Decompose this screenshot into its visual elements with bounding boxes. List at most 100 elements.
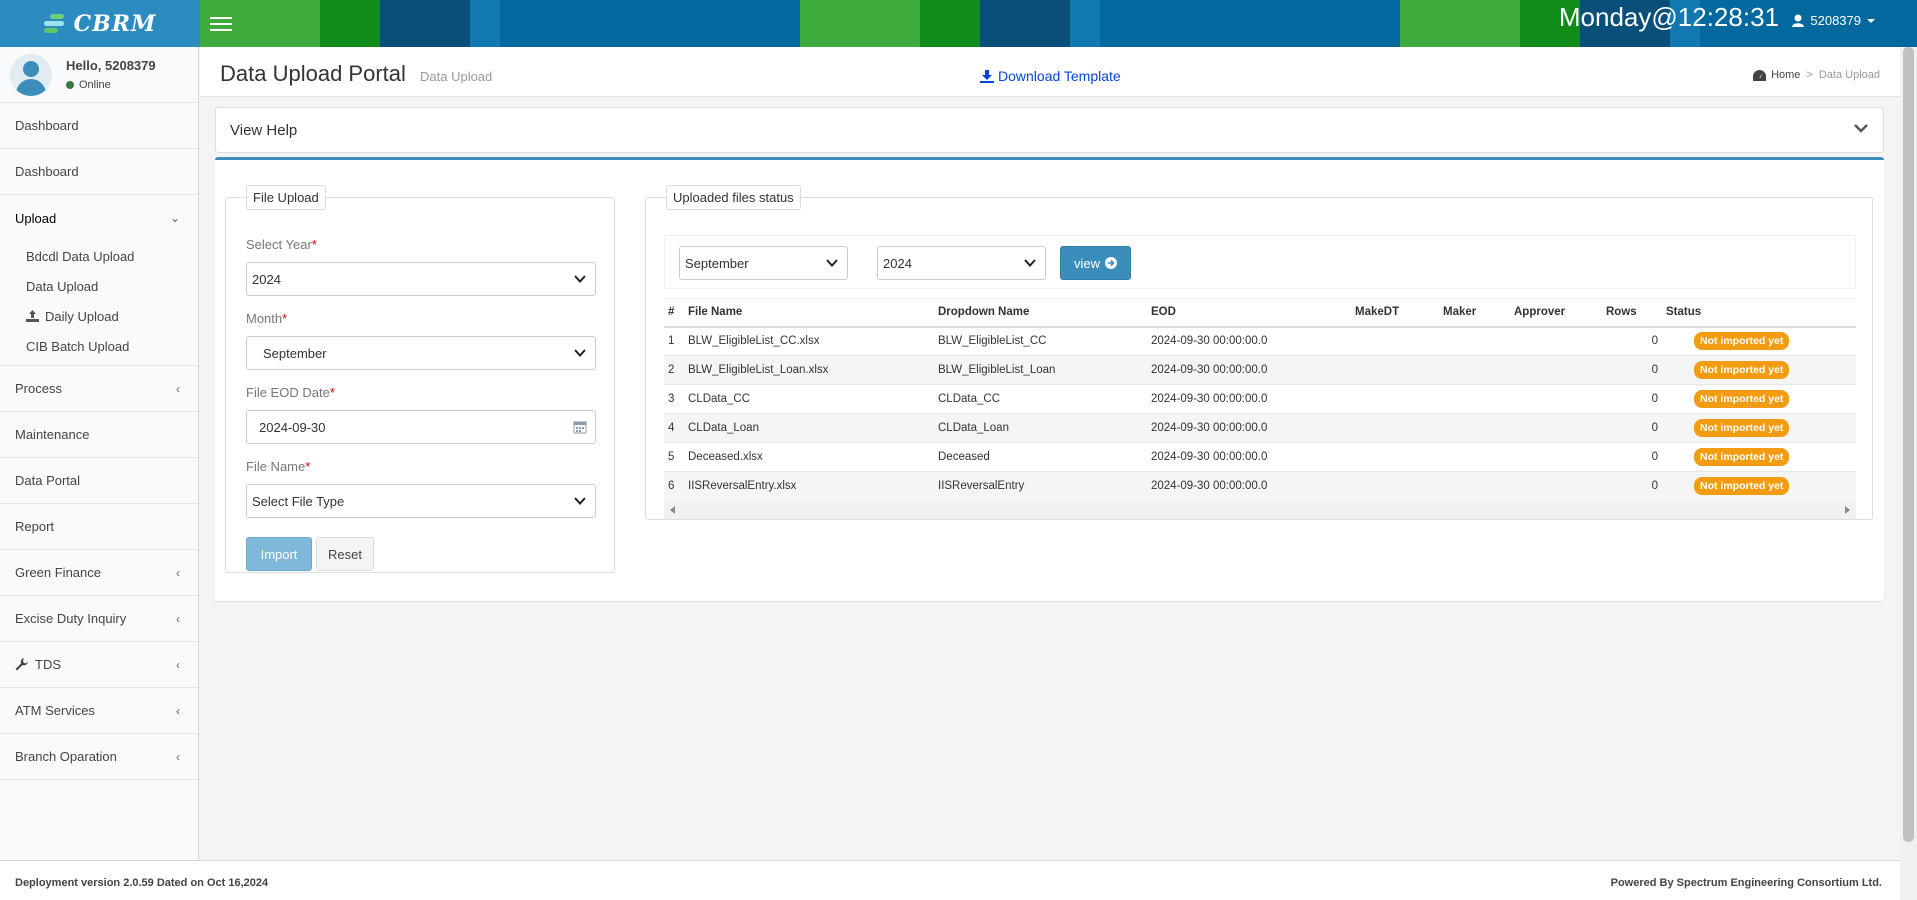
column-header: #: [664, 298, 684, 328]
sidebar-subitem-bdcdl-data-upload[interactable]: Bdcdl Data Upload: [0, 241, 198, 271]
arrow-circle-right-icon: [1105, 257, 1117, 269]
download-template-link[interactable]: Download Template: [980, 68, 1121, 84]
sidebar-subitem-data-upload[interactable]: Data Upload: [0, 271, 198, 301]
chevron-down-icon: [826, 259, 838, 267]
status-badge[interactable]: Not imported yet: [1694, 419, 1790, 437]
table-row: 1 BLW_EligibleList_CC.xlsx BLW_EligibleL…: [664, 326, 1856, 356]
sidebar-item-dashboard-2[interactable]: Dashboard: [0, 149, 198, 195]
eod-cell: 2024-09-30 00:00:00.0: [1147, 355, 1351, 385]
month-label: Month*: [246, 311, 288, 326]
sidebar-item-green-finance[interactable]: Green Finance ‹: [0, 550, 198, 596]
breadcrumb-current: Data Upload: [1818, 69, 1880, 81]
file-name-cell: CLData_Loan: [684, 413, 934, 443]
view-help-panel[interactable]: View Help: [215, 107, 1884, 153]
sidebar-subitem-cib-batch-upload[interactable]: CIB Batch Upload: [0, 331, 198, 361]
makedt-cell: [1351, 442, 1439, 472]
sidebar-item-atm-services[interactable]: ATM Services ‹: [0, 688, 198, 734]
scroll-right-icon[interactable]: [1845, 506, 1850, 514]
status-badge[interactable]: Not imported yet: [1694, 390, 1790, 408]
chevron-down-icon: [574, 275, 586, 283]
status-badge[interactable]: Not imported yet: [1694, 477, 1790, 496]
view-help-title: View Help: [230, 122, 298, 139]
eod-cell: 2024-09-30 00:00:00.0: [1147, 471, 1351, 501]
scrollbar-thumb[interactable]: [1903, 47, 1914, 842]
column-header: Maker: [1439, 298, 1510, 328]
sidebar-item-data-portal[interactable]: Data Portal: [0, 458, 198, 504]
scroll-left-icon[interactable]: [670, 506, 675, 514]
dashboard-icon: [1753, 69, 1767, 81]
chevron-left-icon: ‹: [176, 657, 180, 672]
column-header: MakeDT: [1351, 298, 1439, 328]
sidebar-item-excise-duty-inquiry[interactable]: Excise Duty Inquiry ‹: [0, 596, 198, 642]
rows-cell: 0: [1602, 326, 1662, 356]
breadcrumb-home[interactable]: Home: [1753, 69, 1800, 81]
dropdown-name-cell: CLData_CC: [934, 384, 1147, 414]
row-number: 3: [664, 384, 684, 414]
year-label: Select Year*: [246, 237, 317, 252]
column-header: Rows: [1602, 298, 1662, 328]
clock-display: Monday@12:28:31: [1558, 2, 1779, 32]
rows-cell: 0: [1602, 471, 1662, 501]
approver-cell: [1510, 442, 1602, 472]
chevron-left-icon: ‹: [176, 565, 180, 580]
uploaded-files-status-fieldset: Uploaded files status September 2024 vie…: [645, 185, 1873, 520]
maker-cell: [1439, 413, 1510, 443]
sidebar-item-report[interactable]: Report: [0, 504, 198, 550]
chevron-down-icon: [574, 349, 586, 357]
powered-by: Powered By Spectrum Engineering Consorti…: [1610, 877, 1882, 889]
month-select[interactable]: September: [246, 336, 596, 370]
table-row: 4 CLData_Loan CLData_Loan 2024-09-30 00:…: [664, 413, 1856, 443]
status-badge[interactable]: Not imported yet: [1694, 361, 1790, 379]
view-button[interactable]: view: [1060, 246, 1131, 280]
file-name-cell: BLW_EligibleList_Loan.xlsx: [684, 355, 934, 385]
sidebar-toggle-button[interactable]: [210, 13, 232, 33]
caret-down-icon: [1867, 18, 1875, 23]
online-status: Online: [66, 79, 156, 91]
top-header: CBRM Monday@12:28:31 5208379: [0, 0, 1917, 47]
reset-button[interactable]: Reset: [316, 537, 374, 571]
row-number: 2: [664, 355, 684, 385]
makedt-cell: [1351, 326, 1439, 356]
chevron-down-icon[interactable]: [1853, 120, 1869, 136]
rows-cell: 0: [1602, 413, 1662, 443]
horizontal-scrollbar[interactable]: [664, 501, 1856, 519]
main-content: Data Upload Portal Data Upload Download …: [200, 47, 1900, 860]
vertical-scrollbar[interactable]: [1900, 47, 1917, 900]
file-name-select[interactable]: Select File Type: [246, 484, 596, 518]
sidebar-item-process[interactable]: Process ‹: [0, 366, 198, 412]
sidebar-item-tds[interactable]: TDS ‹: [0, 642, 198, 688]
file-name-cell: BLW_EligibleList_CC.xlsx: [684, 326, 934, 356]
user-menu[interactable]: 5208379: [1792, 13, 1875, 28]
calendar-icon[interactable]: [573, 420, 587, 434]
makedt-cell: [1351, 355, 1439, 385]
maker-cell: [1439, 326, 1510, 356]
column-header: Status: [1662, 298, 1856, 328]
dropdown-name-cell: IISReversalEntry: [934, 471, 1147, 501]
year-select[interactable]: 2024: [246, 262, 596, 296]
sidebar-item-dashboard[interactable]: Dashboard: [0, 103, 198, 149]
sidebar-item-upload[interactable]: Upload ⌄: [0, 195, 198, 241]
sidebar-subitem-daily-upload[interactable]: Daily Upload: [0, 301, 198, 331]
import-button[interactable]: Import: [246, 537, 312, 571]
file-name-label: File Name*: [246, 459, 311, 474]
app-logo[interactable]: CBRM: [0, 0, 200, 47]
table-row: 6 IISReversalEntry.xlsx IISReversalEntry…: [664, 471, 1856, 501]
eod-date-input[interactable]: 2024-09-30: [246, 410, 596, 444]
rows-cell: 0: [1602, 384, 1662, 414]
eod-cell: 2024-09-30 00:00:00.0: [1147, 384, 1351, 414]
row-number: 5: [664, 442, 684, 472]
status-month-select[interactable]: September: [679, 246, 848, 280]
download-icon: [980, 69, 994, 83]
chevron-left-icon: ‹: [176, 611, 180, 626]
row-number: 1: [664, 326, 684, 356]
status-year-select[interactable]: 2024: [877, 246, 1046, 280]
file-upload-fieldset: File Upload Select Year* 2024 Month* Sep…: [225, 185, 615, 573]
status-badge[interactable]: Not imported yet: [1694, 332, 1790, 351]
column-header: Dropdown Name: [934, 298, 1147, 328]
row-number: 6: [664, 471, 684, 501]
file-upload-legend: File Upload: [246, 185, 326, 210]
row-number: 4: [664, 413, 684, 443]
sidebar-item-branch-oparation[interactable]: Branch Oparation ‹: [0, 734, 198, 780]
sidebar-item-maintenance[interactable]: Maintenance: [0, 412, 198, 458]
status-badge[interactable]: Not imported yet: [1694, 448, 1790, 466]
